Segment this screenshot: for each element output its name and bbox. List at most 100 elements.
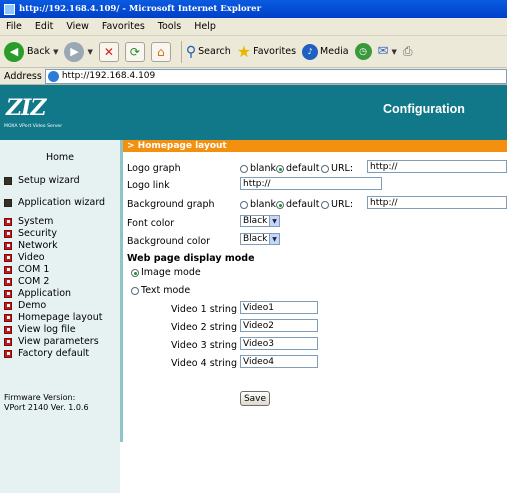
sidebar-item-system[interactable]: System	[4, 216, 53, 227]
firmware-value: VPort 2140 Ver. 1.0.6	[4, 403, 89, 412]
logo-graph-blank-radio[interactable]: blank	[240, 163, 276, 174]
bullet-icon	[4, 217, 12, 226]
image-mode-radio[interactable]: Image mode	[131, 267, 201, 278]
firmware-info: Firmware Version: VPort 2140 Ver. 1.0.6	[4, 393, 89, 413]
search-icon: ⚲	[185, 43, 197, 60]
sidebar-item-view-parameters[interactable]: View parameters	[4, 336, 99, 347]
bullet-icon	[4, 253, 12, 262]
logo-graph-url-radio[interactable]: URL:	[321, 163, 353, 174]
favorites-button[interactable]: ★ Favorites	[237, 42, 296, 61]
radio-icon	[321, 164, 329, 173]
bullet-icon	[4, 325, 12, 334]
home-icon[interactable]: ⌂	[150, 41, 171, 62]
video2-string-label: Video 2 string	[171, 322, 237, 333]
radio-selected-icon	[276, 164, 284, 173]
forward-button[interactable]: ▶ ▼	[64, 41, 93, 62]
sidebar-item-label: Video	[18, 252, 45, 263]
sidebar-item-label: View parameters	[18, 336, 99, 347]
wizard-icon	[4, 198, 12, 207]
bullet-icon	[4, 349, 12, 358]
sidebar-item-com1[interactable]: COM 1	[4, 264, 49, 275]
window-title: http://192.168.4.109/ - Microsoft Intern…	[19, 4, 262, 14]
print-icon[interactable]: ⎙	[403, 44, 413, 59]
font-color-select[interactable]: Black ▼	[240, 215, 280, 227]
mail-icon[interactable]: ✉ ▼	[378, 44, 397, 59]
video2-string-input[interactable]: Video2	[240, 319, 318, 332]
radio-label: Image mode	[141, 267, 201, 278]
forward-dropdown-icon[interactable]: ▼	[87, 48, 92, 56]
sidebar-item-network[interactable]: Network	[4, 240, 58, 251]
sidebar-item-label: Application wizard	[18, 197, 106, 208]
radio-icon	[240, 164, 248, 173]
menu-favorites[interactable]: Favorites	[102, 21, 145, 32]
display-mode-heading: Web page display mode	[127, 253, 255, 264]
page-banner: ZIZ MOXA VPort Video Server Configuratio…	[0, 85, 507, 140]
menu-view[interactable]: View	[66, 21, 89, 32]
sidebar-item-label: Network	[18, 240, 58, 251]
logo-link-input[interactable]: http://	[240, 177, 382, 190]
background-graph-url-input[interactable]: http://	[367, 196, 507, 209]
radio-icon	[240, 200, 248, 209]
menu-file[interactable]: File	[6, 21, 22, 32]
sidebar-home-link[interactable]: Home	[0, 152, 120, 163]
section-header: > Homepage layout	[123, 140, 507, 152]
sidebar-item-homepage-layout[interactable]: Homepage layout	[4, 312, 102, 323]
back-button[interactable]: ◀ Back ▼	[4, 41, 58, 62]
sidebar-setup-wizard[interactable]: Setup wizard	[4, 175, 80, 186]
sidebar-application-wizard[interactable]: Application wizard	[4, 197, 105, 208]
menu-bar: File Edit View Favorites Tools Help	[0, 18, 507, 36]
radio-label: URL:	[331, 199, 354, 210]
sidebar-item-label: View log file	[18, 324, 76, 335]
chevron-down-icon[interactable]: ▼	[269, 234, 279, 244]
logo-graph-url-input[interactable]: http://	[367, 160, 507, 173]
chevron-down-icon[interactable]: ▼	[269, 216, 279, 226]
media-icon: ♪	[302, 43, 319, 60]
menu-edit[interactable]: Edit	[35, 21, 53, 32]
radio-label: blank	[250, 199, 277, 210]
text-mode-radio[interactable]: Text mode	[131, 285, 190, 296]
sidebar-item-com2[interactable]: COM 2	[4, 276, 49, 287]
back-dropdown-icon[interactable]: ▼	[53, 48, 58, 56]
search-button[interactable]: ⚲ Search	[186, 44, 231, 60]
save-button[interactable]: Save	[240, 391, 270, 406]
bullet-icon	[4, 313, 12, 322]
wizard-icon	[4, 176, 12, 185]
page-icon	[47, 70, 59, 82]
menu-help[interactable]: Help	[194, 21, 216, 32]
sidebar-item-label: COM 2	[18, 276, 50, 287]
sidebar-item-view-log-file[interactable]: View log file	[4, 324, 76, 335]
refresh-icon[interactable]: ⟳	[124, 41, 145, 62]
logo-graph-default-radio[interactable]: default	[276, 163, 319, 174]
radio-label: Text mode	[141, 285, 191, 296]
media-button[interactable]: ♪ Media	[302, 43, 349, 60]
favorites-label: Favorites	[253, 46, 297, 57]
radio-icon	[321, 200, 329, 209]
sidebar-item-security[interactable]: Security	[4, 228, 57, 239]
address-label: Address	[4, 70, 42, 82]
sidebar-item-demo[interactable]: Demo	[4, 300, 46, 311]
background-graph-blank-radio[interactable]: blank	[240, 199, 276, 210]
background-graph-default-radio[interactable]: default	[276, 199, 319, 210]
background-graph-url-radio[interactable]: URL:	[321, 199, 353, 210]
history-icon[interactable]: ◷	[354, 43, 372, 60]
font-color-label: Font color	[127, 218, 175, 229]
sidebar-item-video[interactable]: Video	[4, 252, 45, 263]
window-title-bar: http://192.168.4.109/ - Microsoft Intern…	[0, 0, 507, 18]
browser-toolbar: ◀ Back ▼ ▶ ▼ ✕ ⟳ ⌂ ⚲ Search ★ Favorites …	[0, 36, 507, 68]
background-color-select[interactable]: Black ▼	[240, 233, 280, 245]
logo-link-label: Logo link	[127, 180, 170, 191]
bullet-icon	[4, 301, 12, 310]
video4-string-label: Video 4 string	[171, 358, 237, 369]
video4-string-input[interactable]: Video4	[240, 355, 318, 368]
address-url: http://192.168.4.109	[61, 71, 156, 81]
favorites-star-icon: ★	[236, 42, 252, 61]
sidebar-item-application[interactable]: Application	[4, 288, 71, 299]
video3-string-input[interactable]: Video3	[240, 337, 318, 350]
sidebar-item-label: Application	[18, 288, 72, 299]
menu-tools[interactable]: Tools	[158, 21, 181, 32]
address-input[interactable]: http://192.168.4.109	[44, 68, 507, 84]
stop-icon[interactable]: ✕	[98, 41, 119, 62]
sidebar-divider	[120, 140, 123, 442]
video1-string-input[interactable]: Video1	[240, 301, 318, 314]
sidebar-item-factory-default[interactable]: Factory default	[4, 348, 89, 359]
